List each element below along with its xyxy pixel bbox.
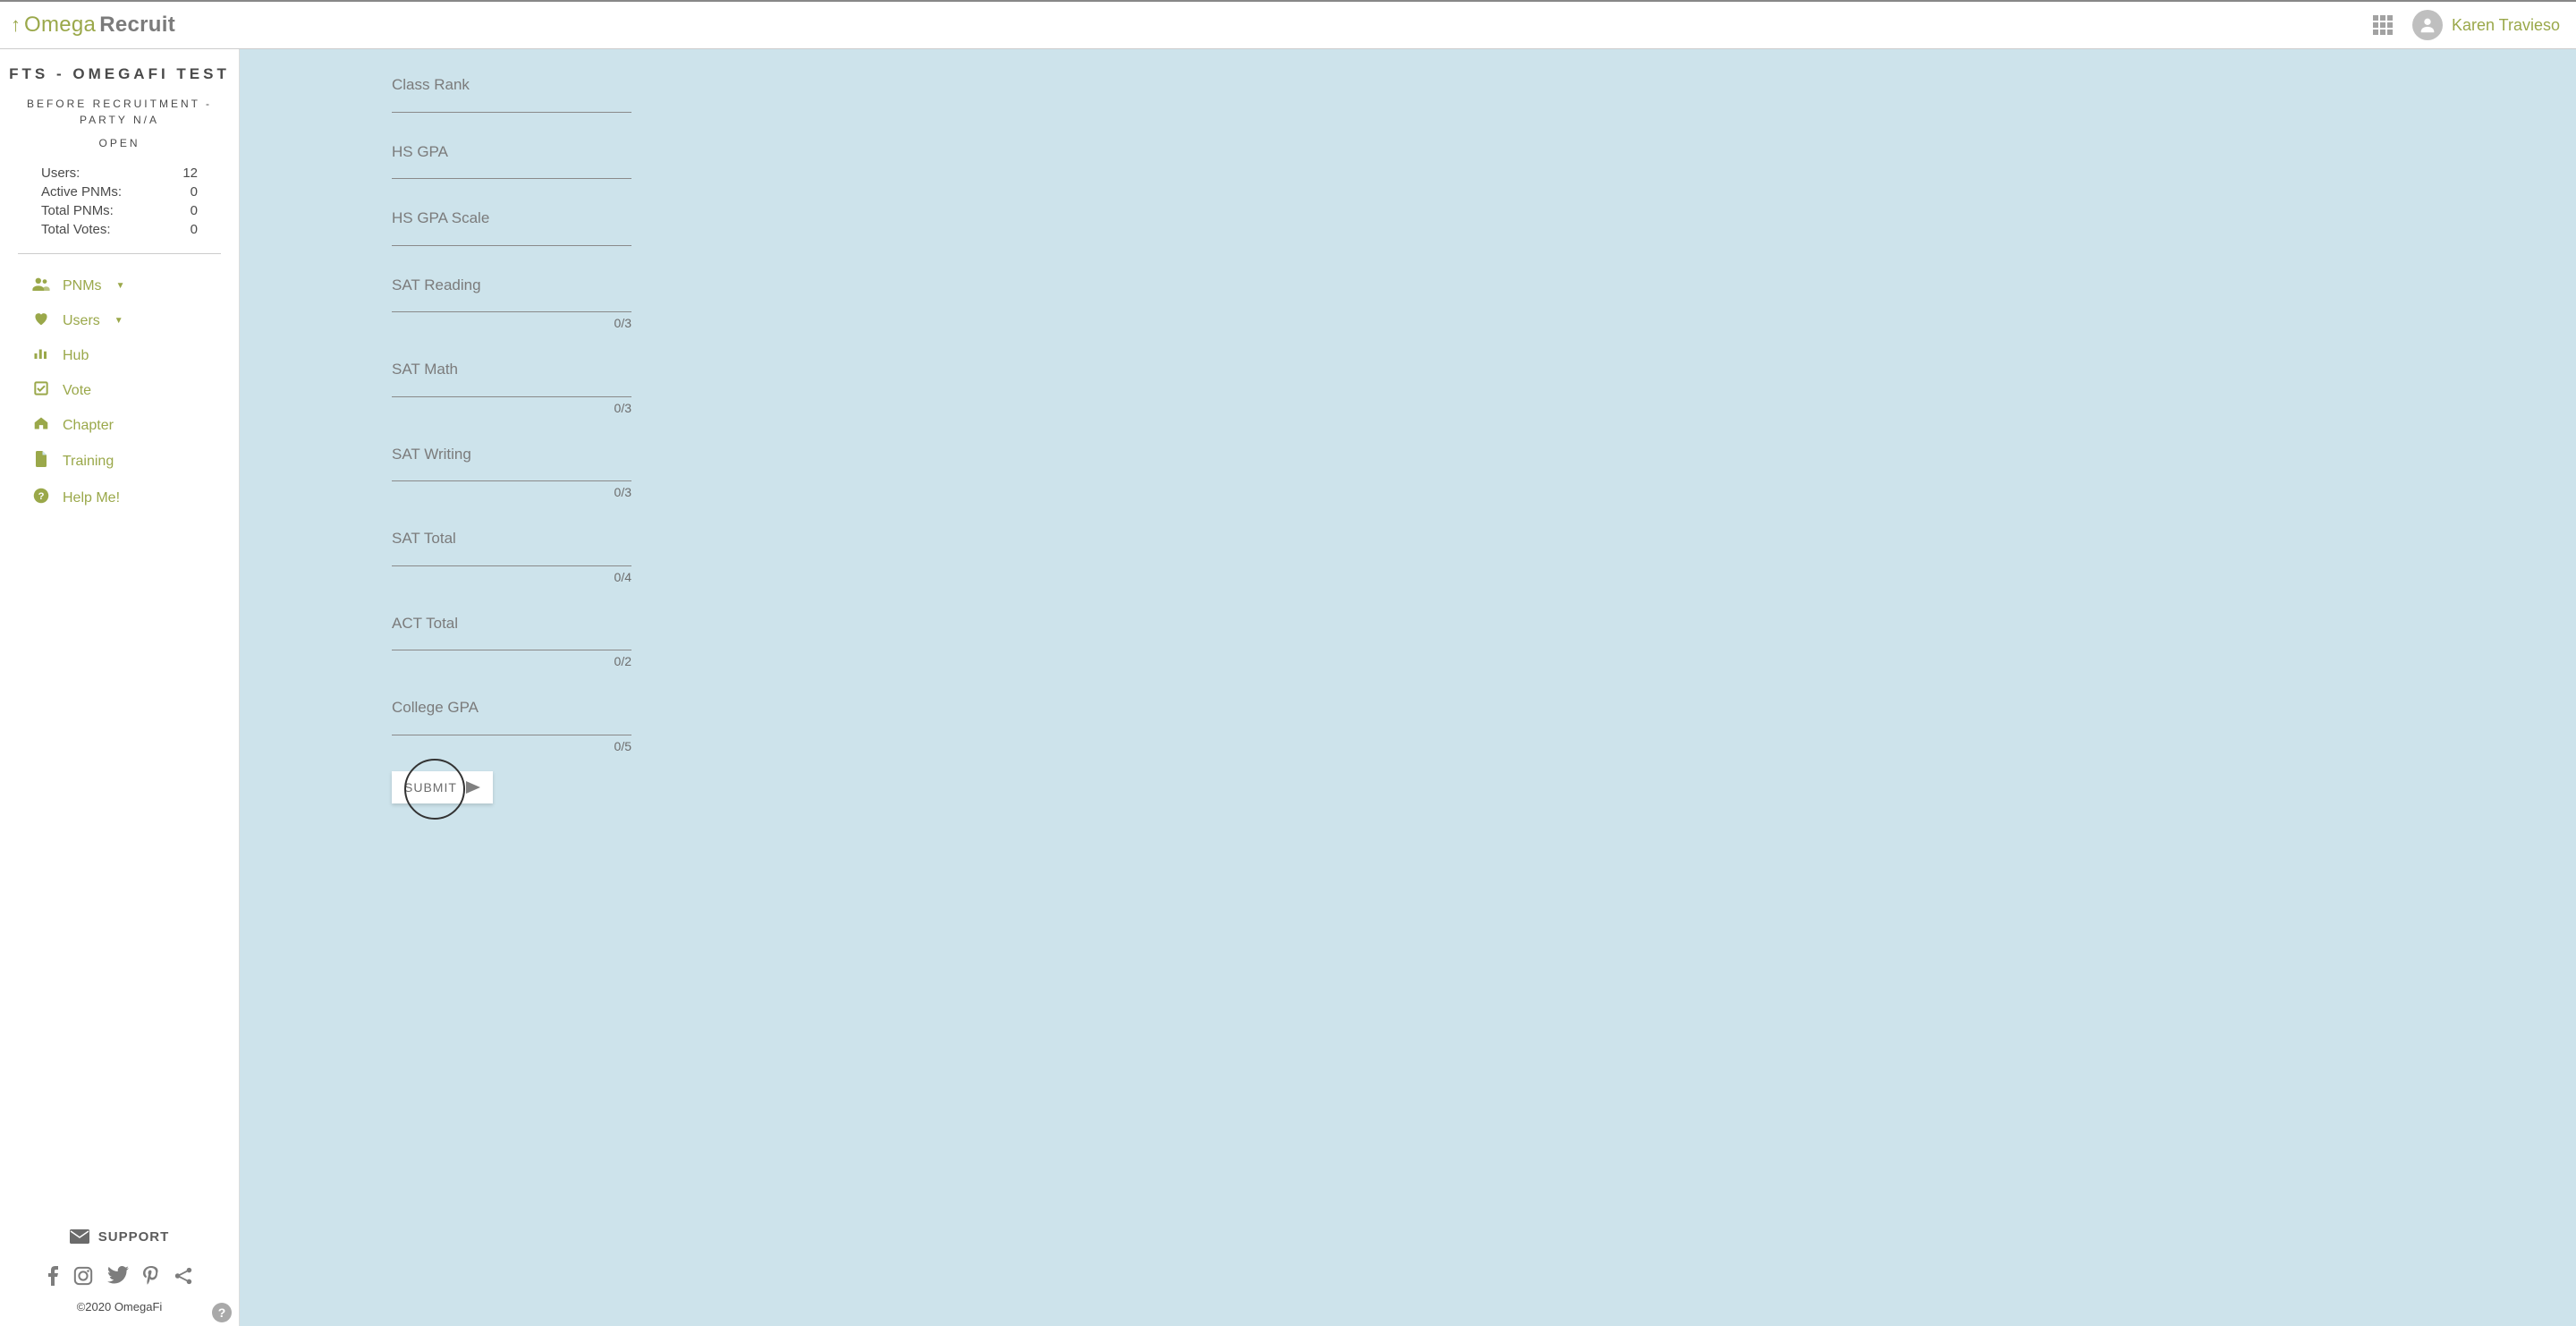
input-class-rank[interactable] (392, 97, 631, 113)
pinterest-icon[interactable] (143, 1266, 159, 1291)
twitter-icon[interactable] (107, 1266, 129, 1291)
submit-label: SUBMIT (404, 780, 457, 795)
stat-users-label: Users: (41, 166, 80, 181)
support-label: SUPPORT (98, 1229, 170, 1245)
field-sat-math: SAT Math 0/3 (392, 361, 631, 415)
home-icon (32, 416, 50, 435)
field-class-rank: Class Rank (392, 76, 631, 113)
document-icon (32, 451, 50, 472)
sidebar: FTS - OMEGAFI TEST BEFORE RECRUITMENT - … (0, 49, 240, 1326)
counter-act-total: 0/2 (392, 654, 631, 668)
logo-word-2: Recruit (99, 13, 175, 38)
stat-total-votes-label: Total Votes: (41, 222, 111, 237)
academic-form: Class Rank HS GPA HS GPA Scale SAT Readi… (392, 76, 631, 803)
nav-training-label: Training (63, 454, 114, 470)
nav-chapter-label: Chapter (63, 418, 114, 434)
username-label[interactable]: Karen Travieso (2452, 16, 2560, 35)
svg-text:?: ? (38, 491, 45, 502)
counter-sat-total: 0/4 (392, 570, 631, 584)
stat-total-pnm-label: Total PNMs: (41, 203, 114, 218)
share-icon[interactable] (174, 1266, 193, 1291)
nav-pnms[interactable]: PNMs ▼ (32, 268, 207, 303)
mail-icon (70, 1229, 89, 1244)
help-fab[interactable]: ? (212, 1303, 232, 1322)
top-bar: ↑ OmegaRecruit Karen Travieso (0, 0, 2576, 49)
nav-pnms-label: PNMs (63, 278, 102, 294)
field-college-gpa: College GPA 0/5 (392, 699, 631, 753)
copyright: ©2020 OmegaFi (0, 1300, 239, 1313)
question-circle-icon: ? (32, 488, 50, 508)
label-sat-writing: SAT Writing (392, 446, 631, 463)
nav-vote[interactable]: Vote (32, 373, 207, 408)
label-hs-gpa: HS GPA (392, 143, 631, 161)
field-sat-writing: SAT Writing 0/3 (392, 446, 631, 500)
nav-chapter[interactable]: Chapter (32, 408, 207, 443)
stat-total-pnm-value: 0 (191, 203, 198, 218)
label-sat-math: SAT Math (392, 361, 631, 378)
input-hs-gpa-scale[interactable] (392, 230, 631, 246)
user-avatar[interactable] (2412, 10, 2443, 40)
apps-grid-icon[interactable] (2373, 15, 2393, 35)
nav-vote-label: Vote (63, 383, 91, 399)
field-sat-reading: SAT Reading 0/3 (392, 276, 631, 331)
caret-down-icon: ▼ (114, 316, 123, 326)
logo-word-1: Omega (24, 13, 96, 38)
logo-arrow-icon: ↑ (11, 15, 21, 35)
stat-users-value: 12 (182, 166, 198, 181)
label-college-gpa: College GPA (392, 699, 631, 717)
label-class-rank: Class Rank (392, 76, 631, 94)
label-act-total: ACT Total (392, 615, 631, 633)
stat-active-label: Active PNMs: (41, 184, 122, 200)
field-act-total: ACT Total 0/2 (392, 615, 631, 669)
heart-icon (32, 311, 50, 330)
bar-chart-icon (32, 346, 50, 365)
label-hs-gpa-scale: HS GPA Scale (392, 209, 631, 227)
nav-help-label: Help Me! (63, 490, 120, 506)
person-icon (2418, 15, 2437, 35)
counter-college-gpa: 0/5 (392, 739, 631, 753)
sidebar-nav: PNMs ▼ Users ▼ Hub Vote (0, 268, 239, 516)
support-button[interactable]: SUPPORT (70, 1229, 170, 1245)
input-sat-writing[interactable] (392, 465, 631, 481)
social-links (0, 1266, 239, 1291)
field-hs-gpa-scale: HS GPA Scale (392, 209, 631, 246)
label-sat-total: SAT Total (392, 530, 631, 548)
send-icon (466, 781, 480, 794)
sidebar-stats: Users: 12 Active PNMs: 0 Total PNMs: 0 Tota… (0, 166, 239, 241)
caret-down-icon: ▼ (116, 281, 125, 291)
input-act-total[interactable] (392, 634, 631, 650)
instagram-icon[interactable] (73, 1266, 93, 1291)
input-hs-gpa[interactable] (392, 163, 631, 179)
sidebar-subtitle: BEFORE RECRUITMENT - PARTY N/A (0, 96, 239, 128)
sidebar-status: OPEN (0, 137, 239, 149)
field-sat-total: SAT Total 0/4 (392, 530, 631, 584)
stat-active-value: 0 (191, 184, 198, 200)
nav-help[interactable]: ? Help Me! (32, 480, 207, 516)
counter-sat-reading: 0/3 (392, 316, 631, 330)
sidebar-separator (18, 253, 221, 254)
field-hs-gpa: HS GPA (392, 143, 631, 180)
nav-training[interactable]: Training (32, 443, 207, 480)
nav-users[interactable]: Users ▼ (32, 303, 207, 338)
people-icon (32, 276, 50, 295)
sidebar-title: FTS - OMEGAFI TEST (0, 65, 239, 83)
nav-hub-label: Hub (63, 348, 89, 364)
nav-users-label: Users (63, 313, 100, 329)
nav-hub[interactable]: Hub (32, 338, 207, 373)
input-sat-total[interactable] (392, 550, 631, 566)
input-sat-math[interactable] (392, 381, 631, 397)
counter-sat-math: 0/3 (392, 401, 631, 415)
label-sat-reading: SAT Reading (392, 276, 631, 294)
app-logo[interactable]: ↑ OmegaRecruit (11, 13, 175, 38)
facebook-icon[interactable] (47, 1266, 59, 1291)
checkbox-icon (32, 381, 50, 400)
main-content: Class Rank HS GPA HS GPA Scale SAT Readi… (240, 49, 2576, 1326)
input-college-gpa[interactable] (392, 719, 631, 735)
submit-button[interactable]: SUBMIT (392, 771, 493, 803)
input-sat-reading[interactable] (392, 296, 631, 312)
stat-total-votes-value: 0 (191, 222, 198, 237)
counter-sat-writing: 0/3 (392, 485, 631, 499)
